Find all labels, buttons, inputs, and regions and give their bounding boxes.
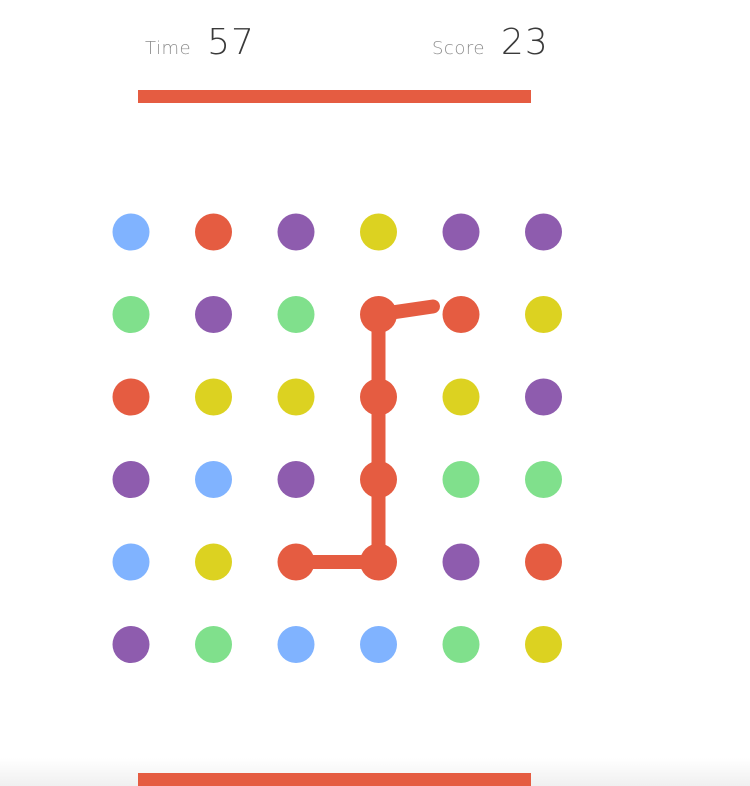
dot-purple-r5-c5[interactable]	[442, 543, 480, 581]
dot-yellow-r3-c3[interactable]	[277, 378, 315, 416]
dot-red-r3-c4[interactable]	[360, 378, 397, 416]
dot-red-r3-c1[interactable]	[112, 378, 150, 416]
dot-purple-r4-c1[interactable]	[112, 461, 150, 498]
dot-purple-r1-c3[interactable]	[277, 213, 315, 251]
dot-yellow-r3-c2[interactable]	[195, 378, 232, 416]
dot-green-r6-c5[interactable]	[442, 626, 480, 663]
dot-green-r4-c6[interactable]	[525, 461, 562, 498]
game-screen: Time 57 Score 23	[0, 0, 750, 786]
dot-purple-r4-c3[interactable]	[277, 461, 315, 498]
dot-board[interactable]	[0, 0, 750, 786]
dot-purple-r3-c6[interactable]	[525, 378, 562, 416]
dot-purple-r6-c1[interactable]	[112, 626, 150, 663]
dot-blue-r4-c2[interactable]	[195, 461, 232, 498]
dot-purple-r2-c2[interactable]	[195, 296, 232, 333]
dot-red-r5-c4[interactable]	[360, 543, 397, 581]
dot-yellow-r2-c6[interactable]	[525, 296, 562, 333]
dot-blue-r5-c1[interactable]	[112, 543, 150, 581]
dot-purple-r1-c5[interactable]	[442, 213, 480, 251]
dot-green-r2-c1[interactable]	[112, 296, 150, 333]
dot-red-r2-c5[interactable]	[442, 296, 480, 333]
dot-red-r5-c3[interactable]	[277, 543, 315, 581]
dot-blue-r6-c4[interactable]	[360, 626, 397, 663]
timer-bar-bottom	[138, 773, 531, 786]
dot-blue-r6-c3[interactable]	[277, 626, 315, 663]
dot-green-r6-c2[interactable]	[195, 626, 232, 663]
dot-green-r4-c5[interactable]	[442, 461, 480, 498]
dot-red-r5-c6[interactable]	[525, 543, 562, 581]
dot-yellow-r1-c4[interactable]	[360, 213, 397, 251]
dot-yellow-r3-c5[interactable]	[442, 378, 480, 416]
dot-yellow-r5-c2[interactable]	[195, 543, 232, 581]
dot-yellow-r6-c6[interactable]	[525, 626, 562, 663]
dot-red-r1-c2[interactable]	[195, 213, 232, 251]
dot-red-r2-c4[interactable]	[360, 296, 397, 333]
dot-purple-r1-c6[interactable]	[525, 213, 562, 251]
dot-blue-r1-c1[interactable]	[112, 213, 150, 251]
dot-green-r2-c3[interactable]	[277, 296, 315, 333]
connection-line	[289, 299, 440, 569]
dot-red-r4-c4[interactable]	[360, 461, 397, 498]
